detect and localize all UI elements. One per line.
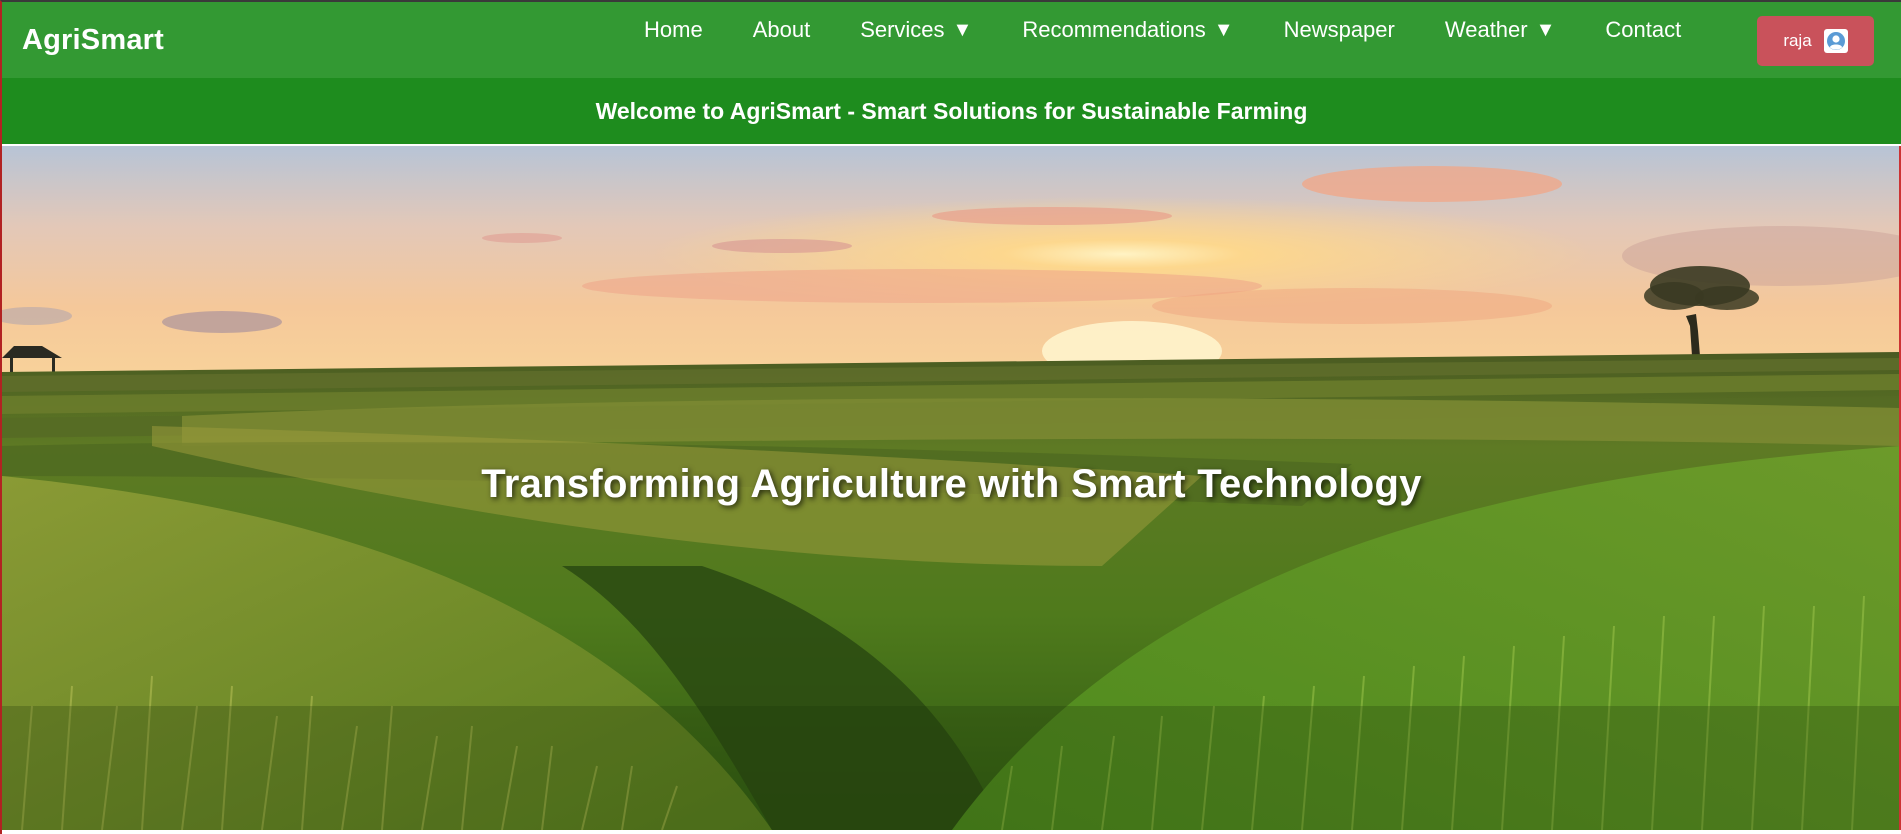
nav-services-dropdown[interactable]: Services ▼: [860, 17, 972, 43]
hero-title: Transforming Agriculture with Smart Tech…: [481, 462, 1422, 506]
brand-logo[interactable]: AgriSmart: [22, 24, 164, 57]
nav-contact[interactable]: Contact: [1605, 17, 1681, 43]
nav-newspaper-label: Newspaper: [1283, 17, 1395, 42]
nav-weather-dropdown[interactable]: Weather ▼: [1445, 17, 1556, 43]
nav-services-label: Services: [860, 17, 945, 42]
nav-recommendations-label: Recommendations: [1022, 17, 1206, 42]
nav-recommendations-dropdown[interactable]: Recommendations ▼: [1022, 17, 1233, 43]
nav-newspaper[interactable]: Newspaper: [1284, 17, 1395, 43]
welcome-text: Welcome to AgriSmart - Smart Solutions f…: [595, 97, 1308, 124]
nav-contact-label: Contact: [1605, 17, 1682, 42]
user-menu-button[interactable]: raja: [1757, 16, 1874, 66]
nav-weather-label: Weather: [1444, 17, 1528, 42]
caret-down-icon: ▼: [1213, 18, 1234, 41]
caret-down-icon: ▼: [952, 18, 973, 41]
nav-home[interactable]: Home: [644, 17, 703, 43]
page: AgriSmart Home About Services ▼ Recommen…: [0, 0, 1901, 834]
caret-down-icon: ▼: [1535, 18, 1556, 41]
user-avatar-icon: [1823, 29, 1848, 53]
hero-section: Transforming Agriculture with Smart Tech…: [2, 146, 1901, 830]
navbar: AgriSmart Home About Services ▼ Recommen…: [2, 2, 1901, 78]
nav-about[interactable]: About: [753, 17, 811, 43]
welcome-banner: Welcome to AgriSmart - Smart Solutions f…: [2, 78, 1901, 144]
user-name: raja: [1783, 31, 1812, 50]
nav-home-label: Home: [644, 17, 703, 42]
nav-about-label: About: [752, 17, 811, 42]
nav-links: Home About Services ▼ Recommendations ▼ …: [644, 16, 1731, 44]
